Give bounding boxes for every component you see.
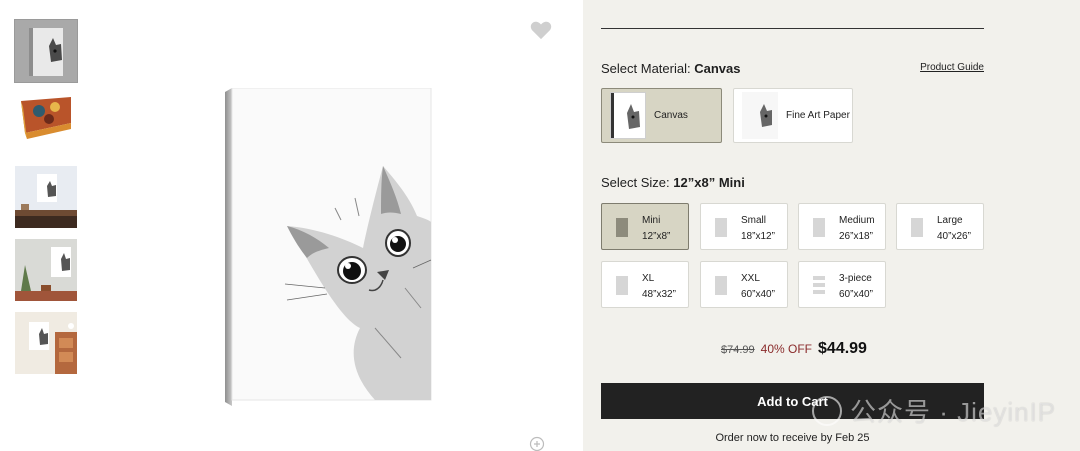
size-option-small[interactable]: Small 18”x12” [700,203,788,250]
material-option-label: Fine Art Paper [786,110,850,121]
size-dimensions: 12”x8” [642,231,671,242]
material-heading: Select Material: Canvas [601,61,740,76]
product-gallery [0,0,583,451]
heart-icon[interactable] [530,20,552,40]
size-selected-value: 12”x8” Mini [673,175,745,190]
material-option-fine-art-paper[interactable]: Fine Art Paper [733,88,853,143]
size-name: 3-piece [839,273,872,284]
divider [601,28,984,29]
size-heading: Select Size: 12”x8” Mini [601,175,745,190]
size-name: XXL [741,273,760,284]
thumbnail-cat-canvas[interactable] [14,19,78,83]
size-icon [715,218,727,237]
triptych-icon [813,276,825,295]
size-name: Mini [642,215,661,226]
size-label: Select Size: [601,175,670,190]
size-option-xl[interactable]: XL 48”x32” [601,261,689,308]
price-block: $74.99 40% OFF $44.99 [721,340,867,358]
watermark-text: 公众号 · JieyinIP [850,397,1057,427]
thumbnail-room-wall[interactable] [15,239,77,301]
material-option-canvas[interactable]: Canvas [601,88,722,143]
size-icon [813,218,825,237]
size-dimensions: 18”x12” [741,231,775,242]
size-name: Medium [839,215,875,226]
paper-material-thumbnail [742,92,778,139]
watermark: 公众号 · JieyinIP [812,392,1056,429]
size-dimensions: 48”x32” [642,289,676,300]
size-dimensions: 60”x40” [741,289,775,300]
discount-badge: 40% OFF [760,342,813,356]
thumbnail-canvas-edge[interactable] [15,93,77,155]
size-icon [616,218,628,237]
material-selected-value: Canvas [694,61,741,76]
material-option-label: Canvas [654,110,688,121]
size-option-large[interactable]: Large 40”x26” [896,203,984,250]
product-main-image [225,88,432,406]
size-name: Small [741,215,767,226]
product-guide-link[interactable]: Product Guide [920,62,984,73]
size-dimensions: 26”x18” [839,231,873,242]
size-dimensions: 40”x26” [937,231,971,242]
product-options-panel: Select Material: Canvas Product Guide Ca… [583,0,1080,451]
size-name: XL [642,273,655,284]
size-option-mini[interactable]: Mini 12”x8” [601,203,689,250]
original-price: $74.99 [721,344,755,356]
zoom-in-icon[interactable] [529,436,545,451]
size-icon [616,276,628,295]
material-label: Select Material: [601,61,691,76]
thumbnail-room-desk[interactable] [15,312,77,374]
size-option-3-piece[interactable]: 3-piece 60”x40” [798,261,886,308]
size-option-xxl[interactable]: XXL 60”x40” [700,261,788,308]
size-dimensions: 60”x40” [839,289,873,300]
canvas-material-thumbnail [610,92,646,139]
current-price: $44.99 [818,340,867,357]
size-name: Large [937,215,963,226]
delivery-estimate: Order now to receive by Feb 25 [715,432,870,444]
size-option-medium[interactable]: Medium 26”x18” [798,203,886,250]
size-icon [715,276,727,295]
size-icon [911,218,923,237]
watermark-logo-icon [812,395,842,426]
thumbnail-room-shelf[interactable] [15,166,77,228]
